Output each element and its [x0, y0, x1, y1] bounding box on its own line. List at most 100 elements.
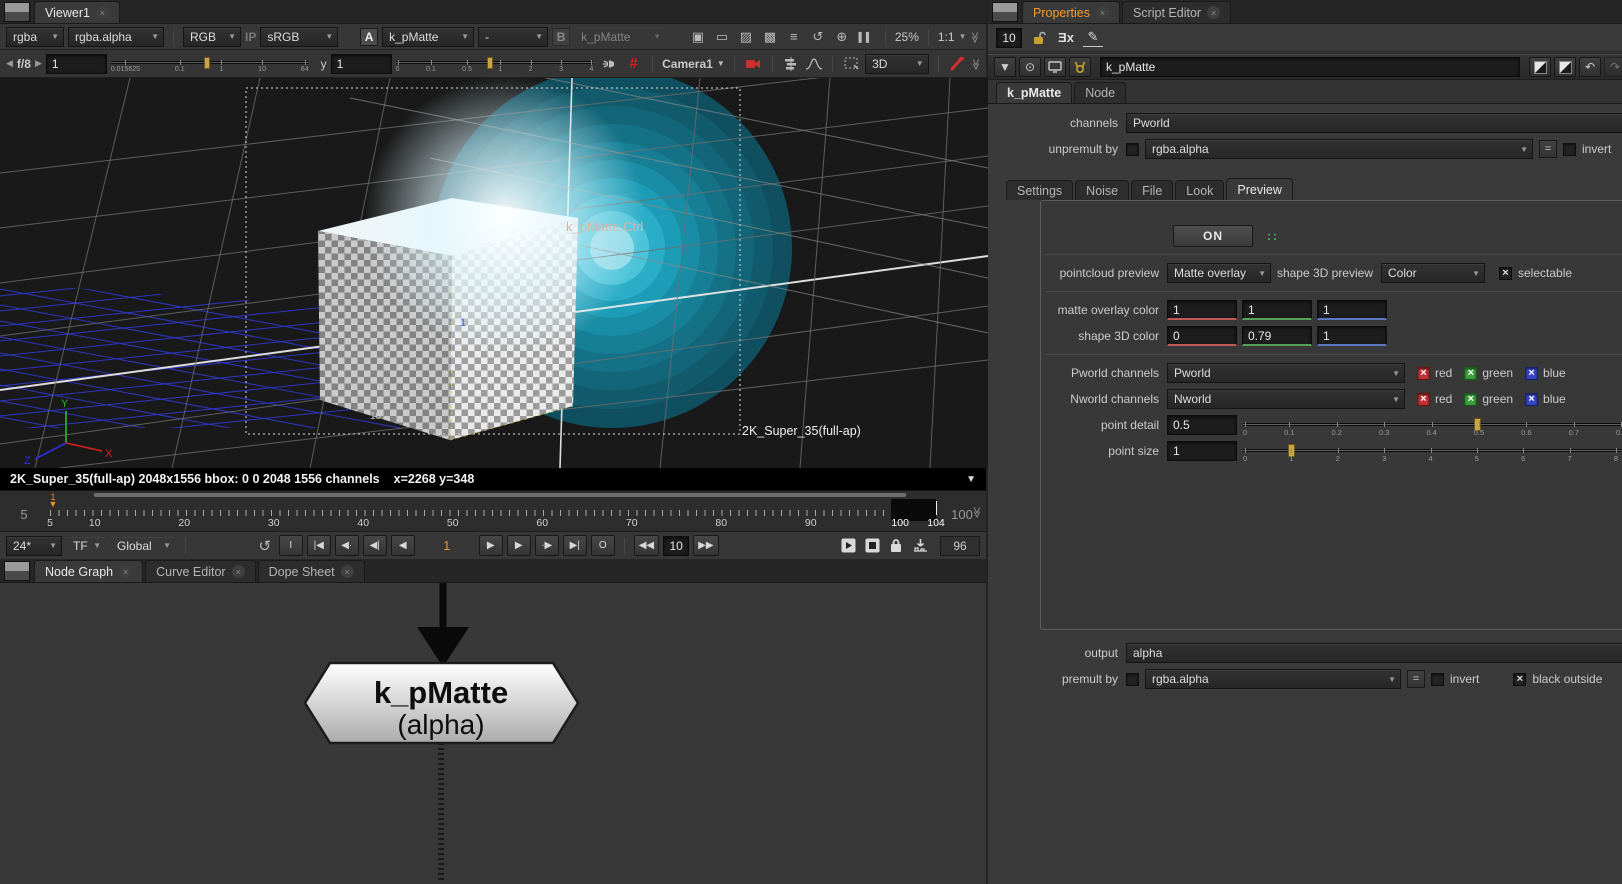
camera-icon[interactable]: [744, 55, 763, 73]
collapse-chevron-icon[interactable]: ≫: [969, 59, 982, 69]
framing-icon[interactable]: ▣: [688, 28, 708, 46]
tf-dropdown[interactable]: TF▼: [66, 536, 106, 556]
annotate-pen-icon[interactable]: [948, 55, 967, 73]
pworld-dropdown[interactable]: Pworld▼: [1167, 363, 1405, 383]
premult-equals-button[interactable]: =: [1407, 670, 1425, 688]
pworld-blue-checkbox[interactable]: [1525, 367, 1538, 380]
gain-slider[interactable]: 0.0156250.111064: [111, 54, 309, 74]
channel-mask-b-icon[interactable]: [1554, 57, 1576, 77]
pixel-aspect[interactable]: 1:1: [938, 30, 955, 44]
input-b-dropdown[interactable]: k_pMatte▼: [574, 27, 666, 47]
flipbook-icon[interactable]: [838, 537, 858, 555]
matte-color-b-input[interactable]: 1: [1317, 300, 1387, 320]
point-detail-slider[interactable]: 00.10.20.30.40.50.60.70.80.91: [1243, 414, 1622, 436]
transport-button[interactable]: ▶: [479, 535, 503, 556]
point-size-input[interactable]: 1: [1167, 441, 1237, 461]
transport-button[interactable]: I: [279, 535, 303, 556]
on-button[interactable]: ON: [1173, 225, 1253, 247]
playhead[interactable]: 1 ▼: [47, 492, 59, 507]
nodegraph-canvas[interactable]: k_pMatte (alpha): [0, 583, 986, 884]
pworld-red-checkbox[interactable]: [1417, 367, 1430, 380]
camera-chevron-icon[interactable]: ▼: [717, 59, 725, 68]
update-icon[interactable]: ⊕: [832, 28, 852, 46]
refresh-icon[interactable]: ↺: [808, 28, 828, 46]
channel-mode-dropdown[interactable]: RGB▼: [183, 27, 241, 47]
scanline-icon[interactable]: ≡: [784, 28, 804, 46]
premult-checkbox[interactable]: [1126, 673, 1139, 686]
tab-script-editor[interactable]: Script Editor×: [1122, 1, 1231, 23]
nworld-green-checkbox[interactable]: [1464, 393, 1477, 406]
monitor-icon[interactable]: [1044, 57, 1066, 77]
tab-k-pmatte[interactable]: k_pMatte: [996, 82, 1072, 103]
tab-properties[interactable]: Properties×: [1022, 1, 1120, 23]
matte-color-r-input[interactable]: 1: [1167, 300, 1237, 320]
tab-node[interactable]: Node: [1074, 82, 1126, 103]
edit-pencil-icon[interactable]: ✎: [1083, 29, 1103, 47]
tab-preview[interactable]: Preview: [1226, 178, 1292, 200]
lock-range-icon[interactable]: [886, 537, 906, 555]
input-a-dropdown[interactable]: k_pMatte▼: [382, 27, 474, 47]
step-back-button[interactable]: ◀◀: [634, 535, 659, 556]
timeline-scrollbar[interactable]: [94, 493, 906, 497]
wipe-mode-dropdown[interactable]: -▼: [478, 27, 548, 47]
fstop-prev-icon[interactable]: ◀: [6, 58, 13, 69]
close-all-panels-icon[interactable]: Ǝx: [1056, 29, 1076, 47]
lock-open-icon[interactable]: [1029, 29, 1049, 47]
input-a-badge[interactable]: A: [360, 28, 378, 46]
layers-icon[interactable]: ▩: [760, 28, 780, 46]
view-mode-dropdown[interactable]: 3D▼: [865, 54, 929, 74]
roi-icon[interactable]: ▨: [736, 28, 756, 46]
pointcloud-preview-dropdown[interactable]: Matte overlay▼: [1167, 263, 1271, 283]
pane-splitter-icon[interactable]: [4, 561, 30, 581]
unpremult-invert-checkbox[interactable]: [1563, 143, 1576, 156]
nworld-blue-checkbox[interactable]: [1525, 393, 1538, 406]
pane-splitter-icon[interactable]: [992, 2, 1018, 22]
wipe-grid-icon[interactable]: #: [624, 55, 643, 73]
node-name-input[interactable]: k_pMatte: [1100, 57, 1520, 77]
chevron-down-icon[interactable]: ▼: [959, 32, 967, 41]
close-icon[interactable]: ×: [119, 565, 132, 578]
minimize-panel-icon[interactable]: ▼: [994, 57, 1016, 77]
shape-color-g-input[interactable]: 0.79: [1242, 326, 1312, 346]
tab-noise[interactable]: Noise: [1075, 180, 1129, 200]
tab-curve-editor[interactable]: Curve Editor×: [145, 560, 255, 582]
status-dropdown-icon[interactable]: ▼: [966, 474, 976, 485]
pane-splitter-icon[interactable]: [4, 2, 30, 22]
gamma-slider[interactable]: 00.10.51234: [396, 54, 594, 74]
timeline[interactable]: 5 5102030405060708090100104 1 ▼ 100 ≫: [0, 490, 986, 531]
close-icon[interactable]: ×: [341, 565, 354, 578]
tab-look[interactable]: Look: [1175, 180, 1224, 200]
unpremult-equals-button[interactable]: =: [1539, 140, 1557, 158]
transport-button[interactable]: ◀|: [363, 535, 387, 556]
unpremult-checkbox[interactable]: [1126, 143, 1139, 156]
step-size-input[interactable]: 10: [663, 536, 689, 556]
redo-icon[interactable]: ↷: [1604, 57, 1622, 77]
close-icon[interactable]: ×: [232, 565, 245, 578]
channel-mask-a-icon[interactable]: [1529, 57, 1551, 77]
close-icon[interactable]: ×: [1096, 6, 1109, 19]
current-frame[interactable]: 1: [419, 538, 475, 553]
proxy-icon[interactable]: ▭: [712, 28, 732, 46]
close-icon[interactable]: ×: [1207, 6, 1220, 19]
tab-file[interactable]: File: [1131, 180, 1173, 200]
ram-cache-icon[interactable]: [910, 537, 930, 555]
input-b-badge[interactable]: B: [552, 28, 570, 46]
pause-icon[interactable]: ▌▌: [856, 28, 876, 46]
gain-input[interactable]: 1: [46, 54, 107, 74]
gamma-input[interactable]: 1: [331, 54, 392, 74]
nworld-dropdown[interactable]: Nworld▼: [1167, 389, 1405, 409]
premult-dropdown[interactable]: rgba.alpha▼: [1145, 669, 1401, 689]
black-outside-checkbox[interactable]: [1513, 673, 1526, 686]
headlamp-icon[interactable]: [601, 55, 620, 73]
transport-button[interactable]: ▶: [507, 535, 531, 556]
selectable-checkbox[interactable]: [1499, 267, 1512, 280]
shape3d-preview-dropdown[interactable]: Color▼: [1381, 263, 1485, 283]
undo-icon[interactable]: ↶: [1579, 57, 1601, 77]
transport-button[interactable]: ▶|: [563, 535, 587, 556]
fps-dropdown[interactable]: 24*▼: [6, 536, 62, 556]
tab-dope-sheet[interactable]: Dope Sheet×: [258, 560, 365, 582]
fstop-label[interactable]: f/8: [17, 57, 31, 71]
nworld-red-checkbox[interactable]: [1417, 393, 1430, 406]
controls-icon[interactable]: [1069, 57, 1091, 77]
histogram-curve-icon[interactable]: [804, 55, 823, 73]
